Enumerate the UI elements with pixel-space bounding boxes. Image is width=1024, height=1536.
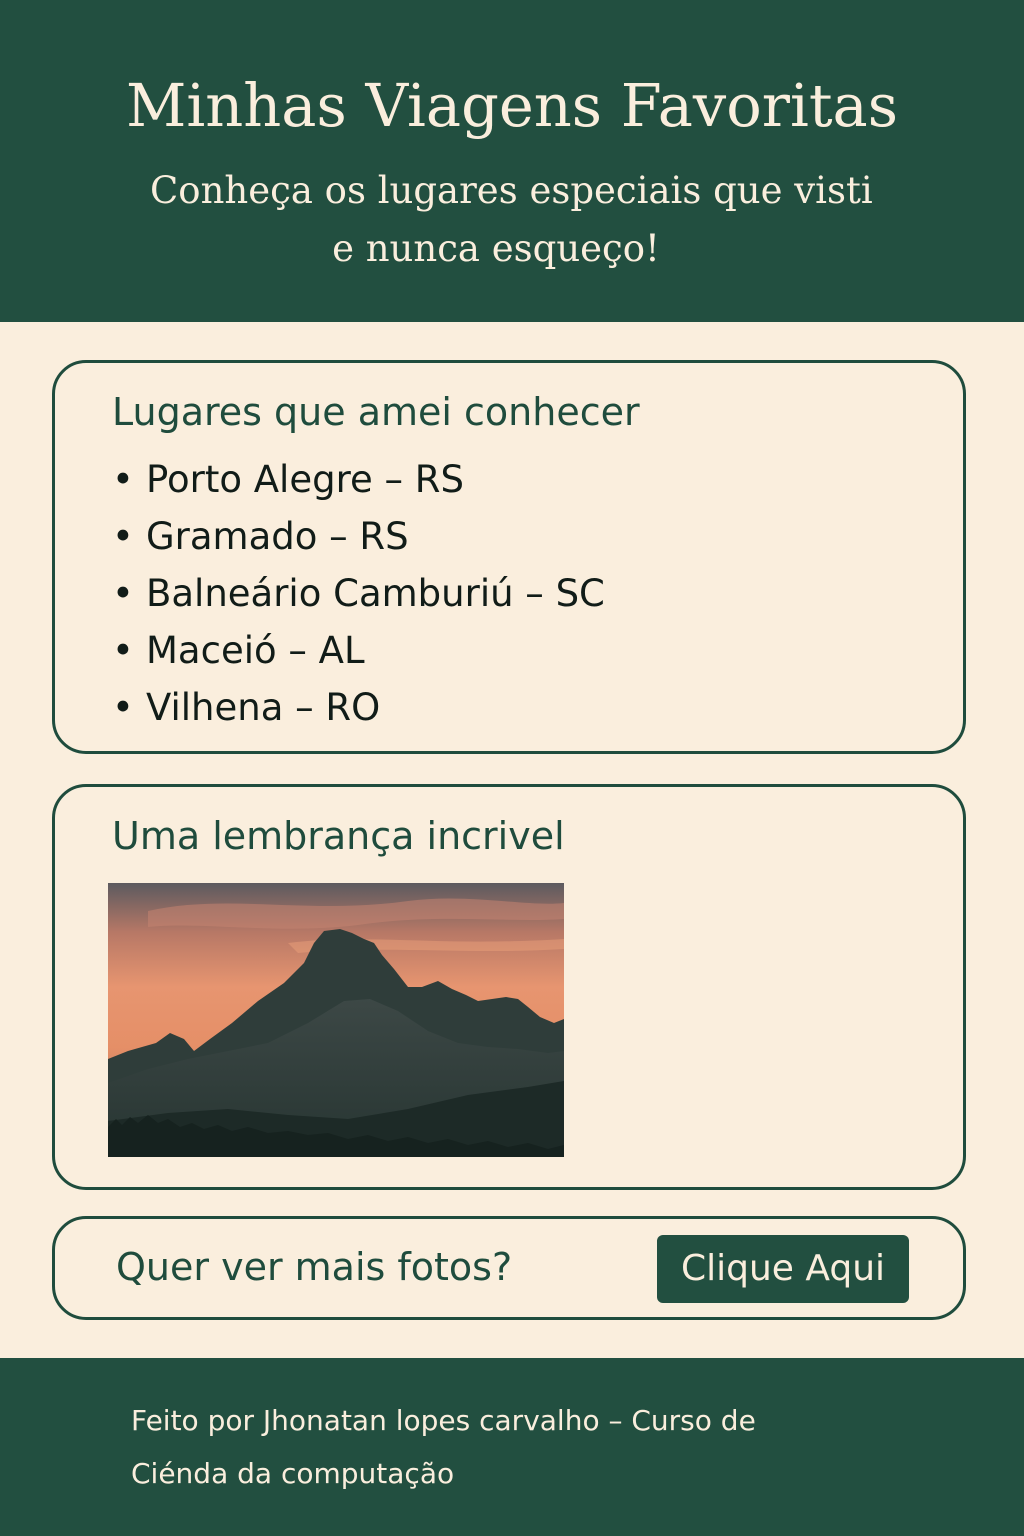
place-label: Vilhena – RO [146,686,381,729]
subtitle-line-2: e nunca esqueço! [332,227,660,270]
place-label: Balneário Camburiú – SC [146,572,605,615]
bullet-icon: • [112,686,134,729]
list-item: • Porto Alegre – RS [112,451,605,508]
memory-card: Uma lembrança incrivel [52,784,966,1190]
list-item: • Balneário Camburiú – SC [112,565,605,622]
more-photos-button[interactable]: Clique Aqui [657,1235,909,1303]
cta-text: Quer ver mais fotos? [116,1245,513,1289]
bullet-icon: • [112,458,134,501]
places-card: Lugares que amei conhecer • Porto Alegre … [52,360,966,754]
places-list: • Porto Alegre – RS • Gramado – RS • Balneá… [112,451,605,736]
cta-card: Quer ver mais fotos? Clique Aqui [52,1216,966,1320]
place-label: Maceió – AL [146,629,365,672]
page-header: Minhas Viagens Favoritas Conheça os luga… [0,0,1024,322]
list-item: • Vilhena – RO [112,679,605,736]
bullet-icon: • [112,515,134,558]
footer-credit: Feito por Jhonatan lopes carvalho – Curs… [131,1404,756,1490]
page-footer: Feito por Jhonatan lopes carvalho – Curs… [0,1358,1024,1536]
mountain-sunset-photo [108,883,564,1157]
subtitle-line-1: Conheça os lugares especiais que visti [150,169,873,212]
page-subtitle: Conheça os lugares especiais que visti e… [150,162,890,278]
page-title: Minhas Viagens Favoritas [125,71,898,140]
memory-heading: Uma lembrança incrivel [112,814,565,858]
place-label: Gramado – RS [146,515,409,558]
places-heading: Lugares que amei conhecer [112,390,640,434]
bullet-icon: • [112,572,134,615]
place-label: Porto Alegre – RS [146,458,464,501]
bullet-icon: • [112,629,134,672]
list-item: • Maceió – AL [112,622,605,679]
list-item: • Gramado – RS [112,508,605,565]
